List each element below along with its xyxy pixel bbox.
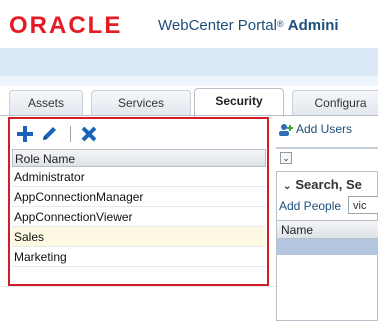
add-people-select[interactable]: vic bbox=[348, 196, 378, 214]
members-panel: Add Users ⌄ ⌄ Search, Se Add People vic N… bbox=[276, 117, 378, 321]
table-row-selected[interactable]: Sales bbox=[12, 227, 266, 247]
admin-tabs: Assets Services Security Configura bbox=[0, 86, 378, 117]
chevron-down-icon[interactable]: ⌄ bbox=[280, 152, 292, 164]
search-section: ⌄ Search, Se Add People vic Name bbox=[276, 171, 378, 321]
pencil-icon[interactable] bbox=[40, 125, 58, 143]
section-divider bbox=[276, 147, 378, 149]
registered-mark: ® bbox=[276, 19, 284, 29]
tab-services[interactable]: Services bbox=[91, 90, 191, 115]
x-icon[interactable] bbox=[80, 125, 98, 143]
section-title: Admini bbox=[287, 17, 339, 34]
tab-divider bbox=[0, 115, 378, 116]
roles-panel: Role Name Administrator AppConnectionMan… bbox=[8, 117, 269, 286]
app-header: ORACLE WebCenter Portal® Admini bbox=[0, 0, 378, 48]
panel-bottom-line bbox=[0, 286, 276, 287]
chevron-down-icon: ⌄ bbox=[283, 181, 292, 192]
header-subband bbox=[0, 76, 378, 86]
roles-toolbar bbox=[14, 121, 264, 147]
search-title[interactable]: ⌄ Search, Se bbox=[283, 177, 362, 192]
plus-icon[interactable] bbox=[16, 125, 34, 143]
role-name-header[interactable]: Role Name bbox=[12, 149, 266, 167]
tab-label: Assets bbox=[27, 96, 64, 110]
tab-label: Security bbox=[215, 94, 263, 108]
table-row[interactable]: Administrator bbox=[12, 167, 266, 187]
tab-assets[interactable]: Assets bbox=[9, 90, 83, 115]
add-users-button[interactable]: Add Users bbox=[278, 122, 352, 137]
tab-configuration[interactable]: Configura bbox=[292, 90, 378, 115]
tab-label: Configura bbox=[314, 96, 367, 110]
tab-security[interactable]: Security bbox=[194, 88, 284, 117]
table-row[interactable]: Marketing bbox=[12, 247, 266, 267]
product-name: WebCenter Portal bbox=[158, 17, 277, 34]
table-row[interactable]: AppConnectionViewer bbox=[12, 207, 266, 227]
table-row[interactable]: AppConnectionManager bbox=[12, 187, 266, 207]
oracle-logo: ORACLE bbox=[9, 12, 123, 39]
product-title: WebCenter Portal® Admini bbox=[158, 16, 339, 36]
name-column-header[interactable]: Name bbox=[277, 220, 378, 239]
add-people-label: Add People bbox=[279, 199, 342, 213]
table-row-selected[interactable] bbox=[277, 239, 378, 255]
header-band bbox=[0, 48, 378, 76]
search-title-label: Search, Se bbox=[295, 177, 362, 192]
toolbar-separator bbox=[70, 126, 71, 142]
add-users-icon bbox=[278, 123, 294, 137]
roles-table: Role Name Administrator AppConnectionMan… bbox=[12, 149, 266, 267]
add-users-label: Add Users bbox=[296, 122, 353, 136]
tab-label: Services bbox=[117, 96, 164, 110]
